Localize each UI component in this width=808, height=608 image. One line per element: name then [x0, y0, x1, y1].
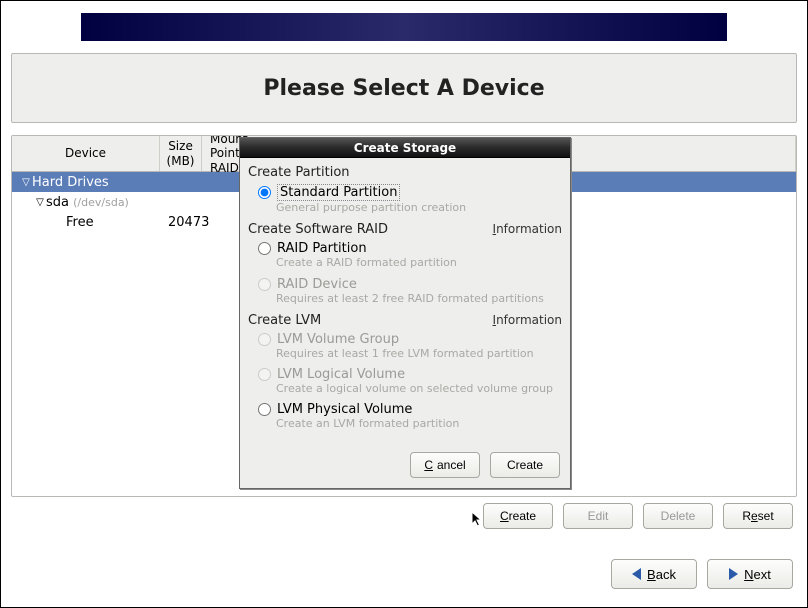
top-banner	[81, 13, 727, 41]
radio-input	[258, 368, 271, 381]
radio-desc: General purpose partition creation	[248, 201, 562, 219]
radio-raid-partition[interactable]: RAID Partition	[248, 239, 562, 256]
raid-information-link[interactable]: Information	[493, 222, 562, 236]
create-button[interactable]: Create	[483, 503, 553, 529]
radio-input	[258, 278, 271, 291]
radio-lvm-physical-volume[interactable]: LVM Physical Volume	[248, 400, 562, 417]
radio-label: RAID Device	[277, 277, 357, 292]
row-devpath: (/dev/sda)	[73, 196, 129, 209]
section-create-partition: Create Partition	[248, 162, 562, 182]
create-storage-dialog: Create Storage Create Partition Standard…	[239, 137, 571, 489]
radio-label: LVM Logical Volume	[277, 367, 405, 382]
lvm-information-link[interactable]: Information	[493, 313, 562, 327]
header-panel: Please Select A Device	[11, 53, 797, 123]
radio-desc: Create a RAID formated partition	[248, 256, 562, 274]
radio-input[interactable]	[258, 403, 271, 416]
radio-standard-partition[interactable]: Standard Partition	[248, 182, 562, 201]
dialog-create-button[interactable]: Create	[490, 452, 560, 478]
radio-desc: Requires at least 1 free LVM formated pa…	[248, 347, 562, 365]
col-size[interactable]: Size (MB)	[160, 136, 202, 171]
radio-desc: Requires at least 2 free RAID formated p…	[248, 292, 562, 310]
radio-lvm-logical-volume: LVM Logical Volume	[248, 365, 562, 382]
radio-desc: Create an LVM formated partition	[248, 417, 562, 435]
radio-label: LVM Volume Group	[277, 332, 399, 347]
row-label: sda	[46, 195, 69, 210]
dialog-button-row: Cancel Create	[240, 444, 570, 488]
section-create-raid: Create Software RAID Information	[248, 219, 562, 239]
arrow-right-icon	[729, 568, 738, 580]
radio-lvm-volume-group: LVM Volume Group	[248, 330, 562, 347]
reset-button[interactable]: Reset	[723, 503, 793, 529]
nav-button-row: Back Next	[611, 559, 793, 589]
delete-button: Delete	[643, 503, 713, 529]
row-size: 20473	[164, 215, 206, 230]
arrow-left-icon	[632, 568, 641, 580]
action-button-row: Create Edit Delete Reset	[483, 503, 793, 529]
radio-input[interactable]	[258, 186, 271, 199]
radio-label: Standard Partition	[277, 184, 400, 201]
radio-input	[258, 333, 271, 346]
radio-raid-device: RAID Device	[248, 275, 562, 292]
radio-label: LVM Physical Volume	[277, 402, 412, 417]
page-title: Please Select A Device	[263, 76, 544, 101]
row-label: Hard Drives	[32, 175, 109, 190]
back-button[interactable]: Back	[611, 559, 697, 589]
col-device[interactable]: Device	[12, 136, 160, 171]
radio-label: RAID Partition	[277, 241, 367, 256]
radio-desc: Create a logical volume on selected volu…	[248, 382, 562, 400]
expander-icon[interactable]: ▽	[34, 197, 46, 208]
radio-input[interactable]	[258, 242, 271, 255]
dialog-cancel-button[interactable]: Cancel	[410, 452, 480, 478]
row-label: Free	[66, 215, 94, 230]
expander-icon[interactable]: ▽	[20, 177, 32, 188]
next-button[interactable]: Next	[707, 559, 793, 589]
edit-button: Edit	[563, 503, 633, 529]
dialog-title: Create Storage	[240, 138, 570, 158]
section-create-lvm: Create LVM Information	[248, 310, 562, 330]
